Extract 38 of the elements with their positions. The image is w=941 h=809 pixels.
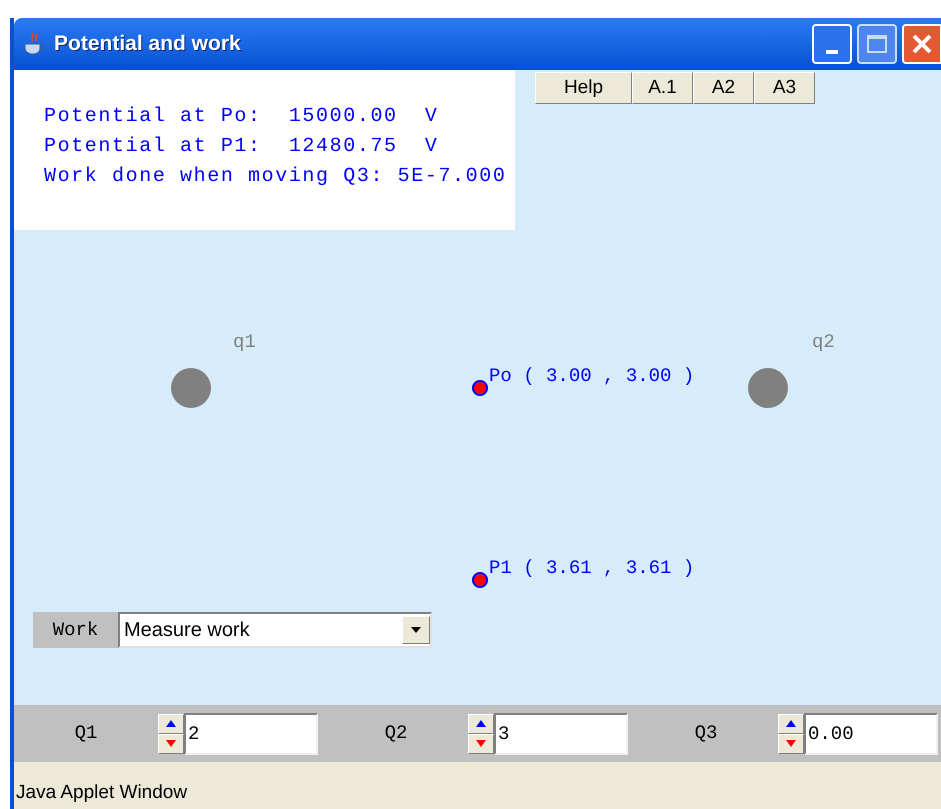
- charge-label: q1: [233, 330, 256, 355]
- decrement-button[interactable]: [468, 734, 494, 754]
- down-arrow-icon: [165, 739, 177, 748]
- toolbar-button[interactable]: A3: [754, 72, 815, 104]
- readout-text: Potential at P1: 12480.75 V: [44, 134, 440, 160]
- charge-input[interactable]: 2: [184, 712, 318, 754]
- increment-button[interactable]: [778, 714, 804, 734]
- charge-label: Q2: [384, 721, 408, 746]
- down-arrow-icon: [785, 739, 797, 748]
- maximize-button[interactable]: [857, 24, 897, 64]
- status-bar-text: Java Applet Window: [15, 780, 188, 804]
- toolbar-button[interactable]: A.1: [632, 72, 693, 104]
- toolbar-button[interactable]: A2: [693, 72, 754, 104]
- charge-input[interactable]: 3: [494, 712, 628, 754]
- coffee-cup-icon: [22, 31, 46, 57]
- down-arrow-icon: [475, 739, 487, 748]
- readout-text: Work done when moving Q3: 5E-7.000: [44, 164, 508, 190]
- work-dropdown[interactable]: Measure work: [118, 612, 432, 648]
- up-arrow-icon: [165, 719, 177, 728]
- charge-input[interactable]: 0.00: [804, 712, 938, 754]
- increment-button[interactable]: [158, 714, 184, 734]
- up-arrow-icon: [475, 719, 487, 728]
- charge-label: Q3: [694, 721, 718, 746]
- increment-button[interactable]: [468, 714, 494, 734]
- window-title: Potential and work: [54, 31, 241, 58]
- point-label: P1 ( 3.61 , 3.61 ): [489, 556, 694, 581]
- toolbar-button[interactable]: Help: [535, 72, 632, 104]
- minimize-button[interactable]: [812, 24, 852, 64]
- readout-text: Potential at Po: 15000.00 V: [44, 104, 440, 130]
- decrement-button[interactable]: [158, 734, 184, 754]
- point-label: Po ( 3.00 , 3.00 ): [489, 364, 694, 389]
- up-arrow-icon: [785, 719, 797, 728]
- charge-label: Q1: [74, 721, 98, 746]
- decrement-button[interactable]: [778, 734, 804, 754]
- work-label: Work: [33, 612, 118, 648]
- charge-label: q2: [812, 330, 835, 355]
- close-button[interactable]: [902, 24, 941, 64]
- close-icon: [911, 33, 933, 55]
